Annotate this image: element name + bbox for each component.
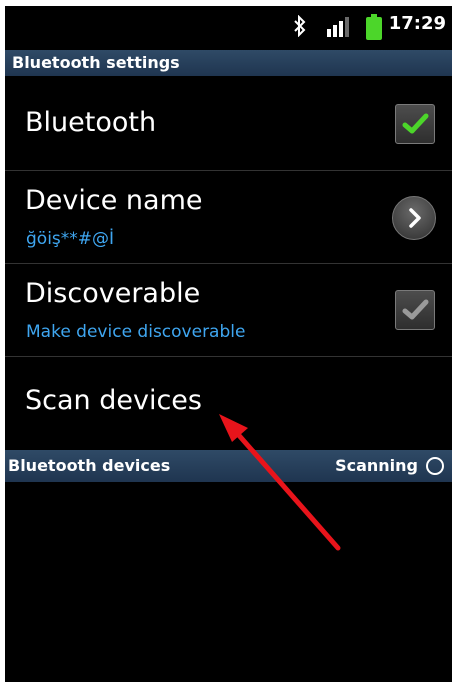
chevron-right-icon bbox=[409, 208, 421, 228]
scanning-spinner-icon bbox=[426, 457, 444, 475]
bluetooth-devices-title: Bluetooth devices bbox=[8, 456, 171, 475]
check-icon bbox=[402, 113, 429, 134]
device-name-label: Device name bbox=[25, 185, 203, 216]
discoverable-label: Discoverable bbox=[25, 278, 201, 309]
check-icon bbox=[402, 299, 429, 320]
device-name-value: ğöiş**#@İ bbox=[26, 229, 115, 249]
discoverable-checkbox[interactable] bbox=[395, 290, 435, 330]
bluetooth-icon bbox=[293, 14, 307, 41]
bluetooth-devices-header: Bluetooth devices Scanning bbox=[5, 450, 452, 482]
status-bar: 17:29 bbox=[5, 6, 452, 48]
bluetooth-settings-title: Bluetooth settings bbox=[12, 53, 180, 72]
bluetooth-toggle-row[interactable]: Bluetooth bbox=[5, 77, 452, 171]
device-name-row[interactable]: Device name ğöiş**#@İ bbox=[5, 171, 452, 264]
bluetooth-toggle-label: Bluetooth bbox=[25, 107, 157, 138]
scan-devices-label: Scan devices bbox=[25, 385, 202, 416]
battery-icon bbox=[366, 14, 382, 44]
discoverable-row[interactable]: Discoverable Make device discoverable bbox=[5, 264, 452, 357]
signal-icon bbox=[327, 17, 351, 41]
device-name-arrow-button[interactable] bbox=[392, 196, 436, 240]
phone-screen: 17:29 Bluetooth settings Bluetooth Devic… bbox=[5, 6, 452, 682]
scanning-status: Scanning bbox=[335, 456, 418, 475]
bluetooth-checkbox[interactable] bbox=[395, 104, 435, 144]
bluetooth-settings-header: Bluetooth settings bbox=[5, 50, 452, 76]
status-time: 17:29 bbox=[388, 13, 446, 34]
discoverable-subtitle: Make device discoverable bbox=[26, 322, 246, 342]
scan-devices-row[interactable]: Scan devices bbox=[5, 357, 452, 441]
